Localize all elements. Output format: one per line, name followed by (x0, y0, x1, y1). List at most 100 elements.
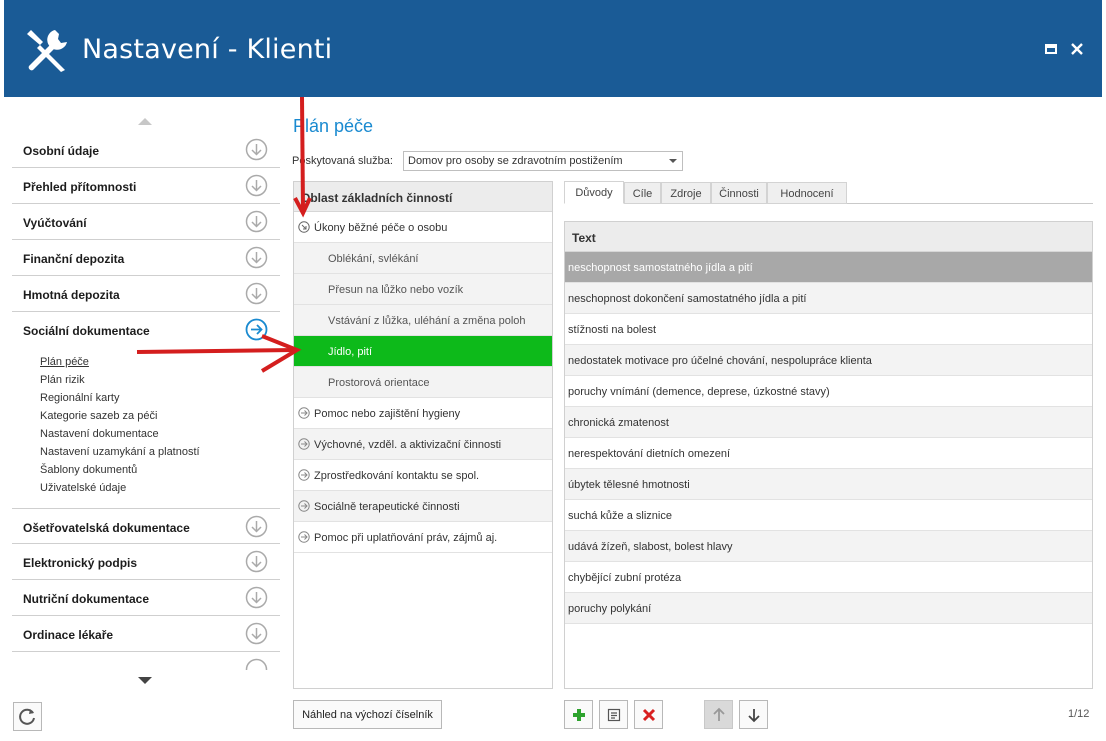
tab-hodnoceni[interactable]: Hodnocení (767, 182, 847, 204)
subnav-plan-pece[interactable]: Plán péče (40, 353, 200, 371)
subnav-regionalni-karty[interactable]: Regionální karty (40, 389, 200, 407)
area-row[interactable]: Zprostředkování kontaktu se spol. (294, 460, 552, 491)
area-row[interactable]: Sociálně terapeutické činnosti (294, 491, 552, 522)
sidebar-item-financni-depozita[interactable]: Finanční depozita (12, 240, 280, 276)
subnav-nastaveni-dokumentace[interactable]: Nastavení dokumentace (40, 425, 200, 443)
refresh-button[interactable] (13, 702, 42, 731)
subnav-kategorie-sazeb[interactable]: Kategorie sazeb za péči (40, 407, 200, 425)
area-list: Oblast základních činností Úkony běžné p… (293, 181, 553, 689)
circle-arrow-collapse-icon[interactable] (298, 221, 310, 233)
area-row-label: Vstávání z lůžka, uléhání a změna poloh (328, 315, 526, 327)
sidebar-item-label: Hmotná depozita (23, 288, 120, 302)
circle-arrow-down-icon[interactable] (245, 174, 268, 197)
subnav-nastaveni-uzamykani[interactable]: Nastavení uzamykání a platností (40, 443, 200, 461)
delete-button[interactable] (634, 700, 663, 729)
area-row-label: Jídlo, pití (328, 346, 373, 358)
table-row[interactable]: nerespektování dietních omezení (565, 438, 1092, 469)
sidebar-item-prehled-pritomnosti[interactable]: Přehled přítomnosti (12, 168, 280, 204)
service-select-value: Domov pro osoby se zdravotním postižením (408, 155, 623, 167)
tab-cinnosti[interactable]: Činnosti (711, 182, 767, 204)
move-up-button[interactable] (704, 700, 733, 729)
sidebar-item-label: Finanční depozita (23, 252, 125, 266)
pager: 1/12 (1068, 708, 1090, 720)
circle-arrow-down-icon[interactable] (245, 138, 268, 161)
plus-icon (573, 709, 585, 721)
table-row[interactable]: nedostatek motivace pro účelné chování, … (565, 345, 1092, 376)
subnav-plan-rizik[interactable]: Plán rizik (40, 371, 200, 389)
delete-icon (642, 708, 656, 722)
subnav-uzivatelske-udaje[interactable]: Uživatelské údaje (40, 479, 200, 497)
area-subrow[interactable]: Přesun na lůžko nebo vozík (294, 274, 552, 305)
table-row-selected[interactable]: neschopnost samostatného jídla a pití (565, 252, 1092, 283)
circle-arrow-down-icon[interactable] (245, 210, 268, 233)
table-row[interactable]: úbytek tělesné hmotnosti (565, 469, 1092, 500)
sidebar-item-label: Vyúčtování (23, 216, 87, 230)
preview-default-list-button[interactable]: Náhled na výchozí číselník (293, 700, 442, 729)
area-subrow[interactable]: Oblékání, svlékání (294, 243, 552, 274)
area-row[interactable]: Výchovné, vzděl. a aktivizační činnosti (294, 429, 552, 460)
area-row-label: Sociálně terapeutické činnosti (314, 501, 460, 513)
table-row[interactable]: stížnosti na bolest (565, 314, 1092, 345)
circle-arrow-down-icon[interactable] (245, 622, 268, 645)
area-subrow[interactable]: Vstávání z lůžka, uléhání a změna poloh (294, 305, 552, 336)
table-cell: chybějící zubní protéza (568, 572, 682, 584)
area-subrow[interactable]: Prostorová orientace (294, 367, 552, 398)
grid-header[interactable]: Text (565, 222, 1092, 252)
sidebar-item-label: Elektronický podpis (23, 556, 138, 570)
table-cell: udává žízeň, slabost, bolest hlavy (568, 541, 733, 553)
tab-duvody[interactable]: Důvody (564, 181, 624, 204)
sidebar-subnav: Plán péče Plán rizik Regionální karty Ka… (40, 353, 200, 497)
circle-arrow-right-icon[interactable] (245, 318, 268, 341)
circle-arrow-right-icon[interactable] (298, 407, 310, 419)
page-title: Plán péče (293, 116, 374, 136)
sidebar-item-osetrovatelska-dokumentace[interactable]: Ošetřovatelská dokumentace (12, 508, 280, 544)
circle-arrow-right-icon[interactable] (298, 500, 310, 512)
circle-arrow-down-icon[interactable] (245, 515, 268, 538)
table-cell: chronická zmatenost (568, 417, 669, 429)
circle-arrow-right-icon[interactable] (298, 469, 310, 481)
sidebar-item-osobni-udaje[interactable]: Osobní údaje (12, 132, 280, 168)
refresh-icon (19, 708, 35, 725)
table-row[interactable]: neschopnost dokončení samostatného jídla… (565, 283, 1092, 314)
area-row-label: Oblékání, svlékání (328, 253, 419, 265)
sidebar-item-hmotna-depozita[interactable]: Hmotná depozita (12, 276, 280, 312)
table-row[interactable]: chybějící zubní protéza (565, 562, 1092, 593)
area-row-label: Úkony běžné péče o osobu (314, 222, 448, 234)
circle-arrow-down-icon[interactable] (245, 282, 268, 305)
table-row[interactable]: chronická zmatenost (565, 407, 1092, 438)
circle-arrow-down-icon[interactable] (245, 586, 268, 609)
tab-cile[interactable]: Cíle (624, 182, 661, 204)
arrow-up-icon (713, 707, 725, 721)
table-row[interactable]: udává žízeň, slabost, bolest hlavy (565, 531, 1092, 562)
move-down-button[interactable] (739, 700, 768, 729)
table-cell: poruchy vnímání (demence, deprese, úzkos… (568, 386, 830, 398)
tab-zdroje[interactable]: Zdroje (661, 182, 711, 204)
area-row[interactable]: Úkony běžné péče o osobu (294, 212, 552, 243)
circle-arrow-right-icon[interactable] (298, 531, 310, 543)
circle-arrow-right-icon[interactable] (298, 438, 310, 450)
add-button[interactable] (564, 700, 593, 729)
sidebar-item-vyuctovani[interactable]: Vyúčtování (12, 204, 280, 240)
area-row[interactable]: Pomoc při uplatňování práv, zájmů aj. (294, 522, 552, 553)
sidebar-item-nutricni-dokumentace[interactable]: Nutriční dokumentace (12, 580, 280, 616)
table-row[interactable]: poruchy vnímání (demence, deprese, úzkos… (565, 376, 1092, 407)
edit-button[interactable] (599, 700, 628, 729)
sidebar-item-socialni-dokumentace[interactable]: Sociální dokumentace (12, 312, 280, 348)
table-row[interactable]: poruchy polykání (565, 593, 1092, 624)
area-subrow-selected[interactable]: Jídlo, pití (294, 336, 552, 367)
scroll-down-icon[interactable] (138, 677, 152, 684)
sidebar-item-elektronicky-podpis[interactable]: Elektronický podpis (12, 544, 280, 580)
subnav-sablony-dokumentu[interactable]: Šablony dokumentů (40, 461, 200, 479)
scroll-up-icon[interactable] (138, 118, 152, 125)
sidebar-item-ordinace-lekare[interactable]: Ordinace lékaře (12, 616, 280, 652)
table-row[interactable]: suchá kůže a sliznice (565, 500, 1092, 531)
title-bar: Nastavení - Klienti (4, 0, 1102, 97)
area-row[interactable]: Pomoc nebo zajištění hygieny (294, 398, 552, 429)
area-row-label: Prostorová orientace (328, 377, 430, 389)
circle-arrow-down-icon[interactable] (245, 658, 268, 670)
maximize-icon[interactable] (1042, 40, 1060, 58)
close-icon[interactable] (1068, 40, 1086, 58)
service-select[interactable]: Domov pro osoby se zdravotním postižením (403, 151, 683, 171)
circle-arrow-down-icon[interactable] (245, 246, 268, 269)
circle-arrow-down-icon[interactable] (245, 550, 268, 573)
